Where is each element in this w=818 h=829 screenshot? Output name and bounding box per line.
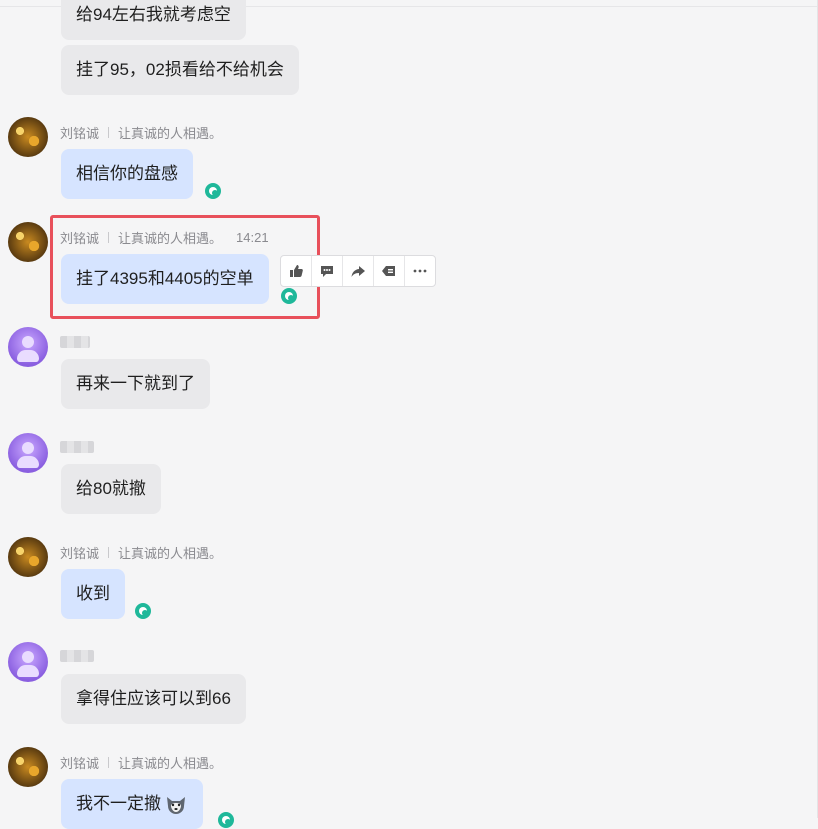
message-text: 拿得住应该可以到66 [76, 689, 231, 708]
quote-icon[interactable] [374, 256, 405, 286]
sender-name: 刘铭诚 [60, 126, 100, 141]
message-bubble[interactable]: 我不一定撤 [61, 779, 203, 829]
message-text: 给94左右我就考虑空 [76, 5, 231, 24]
avatar[interactable] [8, 117, 48, 157]
message-text: 相信你的盘感 [76, 164, 178, 183]
sender-signature: 让真诚的人相遇。 [118, 126, 223, 141]
message-text: 我不一定撤 [76, 794, 161, 813]
husky-emoji-icon [167, 796, 185, 814]
message-meta [60, 650, 94, 662]
more-icon[interactable] [405, 256, 435, 286]
avatar[interactable] [8, 537, 48, 577]
avatar[interactable] [8, 222, 48, 262]
message-text: 收到 [76, 584, 110, 603]
avatar[interactable] [8, 327, 48, 367]
sender-name: 刘铭诚 [60, 546, 100, 561]
message-hover-toolbar [280, 255, 436, 287]
thumbs-up-icon[interactable] [281, 256, 312, 286]
read-receipt-icon [218, 812, 234, 828]
message-meta [60, 441, 94, 453]
message-meta: 刘铭诚 让真诚的人相遇。 [60, 543, 222, 562]
comment-icon[interactable] [312, 256, 343, 286]
message-bubble[interactable]: 再来一下就到了 [61, 359, 210, 409]
read-receipt-icon [205, 183, 221, 199]
message-text: 挂了95，02损看给不给机会 [76, 60, 284, 79]
sender-name: 刘铭诚 [60, 756, 100, 771]
avatar[interactable] [8, 642, 48, 682]
sender-signature: 让真诚的人相遇。 [118, 756, 223, 771]
redacted-sender-name [60, 441, 94, 453]
message-text: 给80就撤 [76, 479, 146, 498]
avatar[interactable] [8, 433, 48, 473]
redacted-sender-name [60, 336, 90, 348]
forward-icon[interactable] [343, 256, 374, 286]
avatar[interactable] [8, 747, 48, 787]
message-text: 再来一下就到了 [76, 374, 195, 393]
message-meta [60, 336, 90, 348]
message-meta: 刘铭诚 让真诚的人相遇。 [60, 753, 222, 772]
meta-separator [108, 547, 110, 558]
redacted-sender-name [60, 650, 94, 662]
message-bubble[interactable]: 给80就撤 [61, 464, 161, 514]
meta-separator [108, 757, 110, 768]
message-bubble[interactable]: 给94左右我就考虑空 [61, 0, 246, 40]
message-bubble[interactable]: 拿得住应该可以到66 [61, 674, 246, 724]
meta-separator [108, 127, 110, 138]
message-bubble[interactable]: 相信你的盘感 [61, 149, 193, 199]
message-bubble[interactable]: 挂了95，02损看给不给机会 [61, 45, 299, 95]
message-meta: 刘铭诚 让真诚的人相遇。 [60, 123, 222, 142]
message-bubble[interactable]: 收到 [61, 569, 125, 619]
sender-signature: 让真诚的人相遇。 [118, 546, 223, 561]
read-receipt-icon [135, 603, 151, 619]
